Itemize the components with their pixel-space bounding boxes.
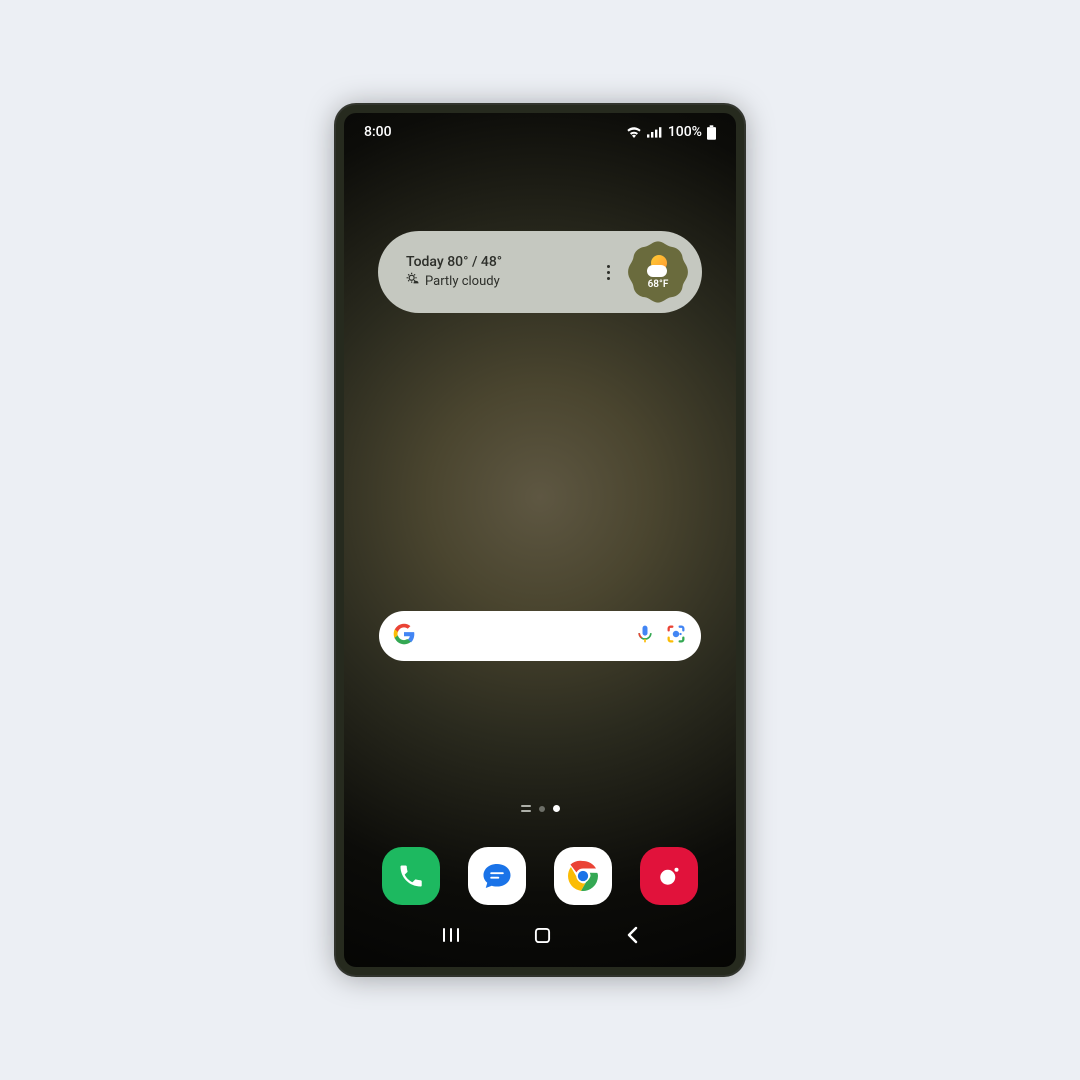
weather-widget[interactable]: Today 80° / 48° Partly cloudy	[378, 231, 702, 313]
phone-app[interactable]	[382, 847, 440, 905]
apps-list-icon[interactable]	[521, 805, 531, 812]
battery-icon	[707, 125, 716, 140]
battery-percent: 100%	[668, 124, 702, 140]
weather-condition: Partly cloudy	[425, 274, 500, 289]
status-bar[interactable]: 8:00 100%	[344, 113, 736, 151]
home-screen[interactable]: 8:00 100% Today 80° / 48°	[344, 113, 736, 967]
more-options-button[interactable]	[596, 265, 620, 280]
page-dot-2[interactable]	[553, 805, 560, 812]
status-clock: 8:00	[364, 124, 392, 140]
lens-icon[interactable]	[665, 623, 687, 649]
page-indicator[interactable]	[344, 805, 736, 812]
google-search-bar[interactable]	[379, 611, 701, 661]
recents-button[interactable]	[441, 927, 461, 947]
wifi-icon	[626, 126, 642, 138]
chrome-app[interactable]	[554, 847, 612, 905]
google-g-icon	[393, 623, 415, 649]
messages-app[interactable]	[468, 847, 526, 905]
mic-icon[interactable]	[635, 624, 655, 648]
home-button[interactable]	[534, 927, 551, 948]
system-nav-bar	[344, 919, 736, 955]
sun-cloud-icon	[647, 255, 669, 277]
device-frame: 8:00 100% Today 80° / 48°	[336, 105, 744, 975]
partly-cloudy-icon	[406, 272, 421, 290]
back-button[interactable]	[625, 926, 639, 948]
camera-app[interactable]	[640, 847, 698, 905]
signal-icon	[647, 126, 663, 138]
page-dot-1[interactable]	[539, 806, 545, 812]
dock	[344, 847, 736, 905]
weather-today-temps: Today 80° / 48°	[406, 254, 596, 270]
weather-badge[interactable]: 68°F	[624, 238, 692, 306]
weather-badge-temp: 68°F	[648, 279, 669, 290]
